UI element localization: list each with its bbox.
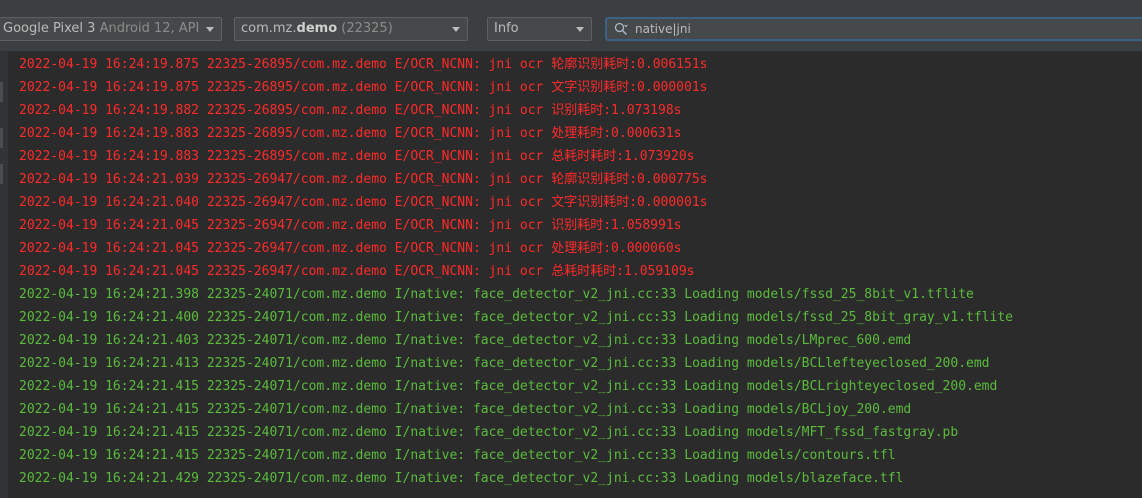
log-line: 2022-04-19 16:24:19.883 22325-26895/com.…	[19, 149, 695, 164]
device-name: Google Pixel 3	[3, 21, 96, 36]
left-gutter	[0, 52, 8, 498]
log-line: 2022-04-19 16:24:21.398 22325-24071/com.…	[19, 287, 974, 302]
search-icon	[614, 22, 628, 36]
log-line: 2022-04-19 16:24:21.429 22325-24071/com.…	[19, 471, 904, 486]
log-line: 2022-04-19 16:24:21.413 22325-24071/com.…	[19, 356, 990, 371]
log-line: 2022-04-19 16:24:21.045 22325-26947/com.…	[19, 241, 682, 256]
gutter-marker	[0, 164, 3, 184]
logcat-toolbar: Google Pixel 3 Android 12, API com.mz.de…	[0, 6, 1142, 52]
chevron-down-icon	[576, 27, 584, 32]
log-line: 2022-04-19 16:24:21.415 22325-24071/com.…	[19, 448, 896, 463]
device-selector-text: Google Pixel 3 Android 12, API	[3, 18, 199, 40]
log-level-selector[interactable]: Info	[487, 17, 592, 41]
process-pid: (22325)	[341, 21, 393, 36]
log-level-value: Info	[494, 21, 519, 36]
device-detail: Android 12, API	[99, 21, 199, 36]
chevron-down-icon	[206, 27, 214, 32]
process-prefix: com.mz.	[241, 21, 297, 36]
log-line: 2022-04-19 16:24:21.039 22325-26947/com.…	[19, 172, 708, 187]
log-line: 2022-04-19 16:24:19.875 22325-26895/com.…	[19, 80, 708, 95]
log-line: 2022-04-19 16:24:21.400 22325-24071/com.…	[19, 310, 1013, 325]
log-line: 2022-04-19 16:24:21.415 22325-24071/com.…	[19, 379, 998, 394]
log-line: 2022-04-19 16:24:19.875 22325-26895/com.…	[19, 57, 708, 72]
log-line: 2022-04-19 16:24:19.882 22325-26895/com.…	[19, 103, 682, 118]
device-selector[interactable]: Google Pixel 3 Android 12, API	[0, 17, 222, 41]
search-box[interactable]	[605, 17, 1142, 41]
process-name: demo	[296, 21, 338, 36]
log-line: 2022-04-19 16:24:21.045 22325-26947/com.…	[19, 264, 695, 279]
process-selector[interactable]: com.mz.demo (22325)	[234, 17, 468, 41]
log-line: 2022-04-19 16:24:21.415 22325-24071/com.…	[19, 425, 959, 440]
gutter-marker	[0, 82, 3, 102]
log-line: 2022-04-19 16:24:21.045 22325-26947/com.…	[19, 218, 682, 233]
chevron-down-icon	[452, 27, 460, 32]
process-selector-text: com.mz.demo (22325)	[241, 18, 445, 40]
gutter-marker	[0, 128, 3, 148]
logcat-output[interactable]: 2022-04-19 16:24:19.875 22325-26895/com.…	[8, 52, 1142, 498]
log-line: 2022-04-19 16:24:21.403 22325-24071/com.…	[19, 333, 912, 348]
search-input[interactable]	[635, 20, 1115, 38]
log-line: 2022-04-19 16:24:21.415 22325-24071/com.…	[19, 402, 912, 417]
log-line: 2022-04-19 16:24:19.883 22325-26895/com.…	[19, 126, 682, 141]
log-line: 2022-04-19 16:24:21.040 22325-26947/com.…	[19, 195, 708, 210]
